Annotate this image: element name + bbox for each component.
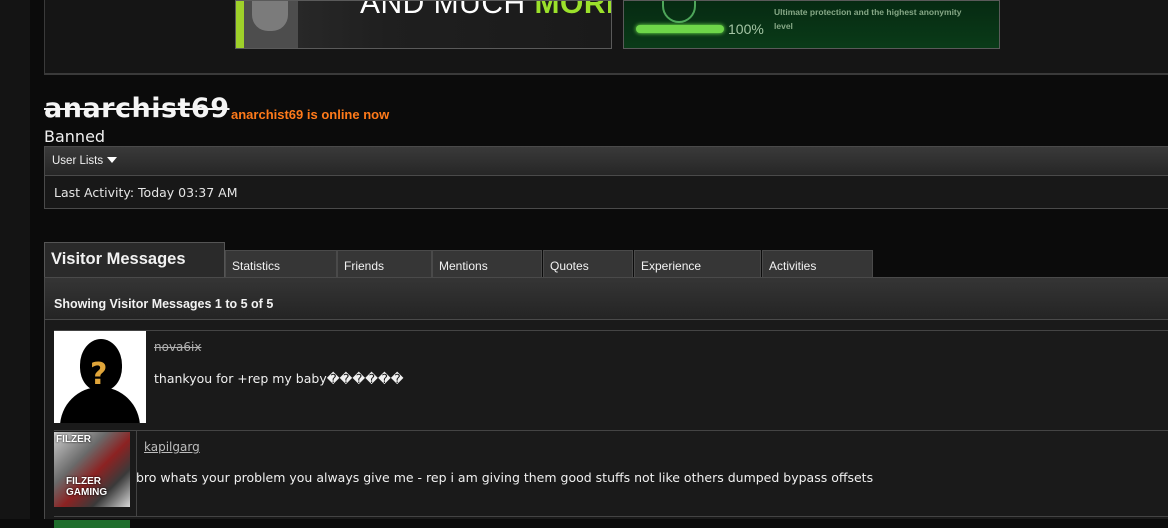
avatar[interactable]: FILZER FILZER GAMING bbox=[54, 432, 130, 507]
message-author[interactable]: nova6ix bbox=[154, 340, 201, 354]
profile-tabs: Visitor Messages Statistics Friends Ment… bbox=[44, 242, 1168, 278]
user-lists-label: User Lists bbox=[52, 155, 104, 167]
tab-experience[interactable]: Experience bbox=[634, 250, 761, 277]
avatar-text-bottom: FILZER GAMING bbox=[66, 476, 108, 498]
banner-area: AND MUCH MORE! 100% Ultimate protection … bbox=[44, 0, 1168, 75]
profile-username: anarchist69 bbox=[44, 93, 230, 124]
shield-icon bbox=[662, 1, 696, 23]
user-lists-dropdown[interactable]: User Lists bbox=[52, 155, 118, 167]
user-lists-bar: User Lists bbox=[45, 147, 1168, 176]
question-mark-icon: ? bbox=[90, 357, 108, 392]
ad-headline-main: AND MUCH bbox=[360, 0, 535, 20]
visitor-messages-panel: Showing Visitor Messages 1 to 5 of 5 ? n… bbox=[44, 277, 1168, 528]
visitor-message bbox=[54, 516, 1168, 528]
visitor-message: ? nova6ix thankyou for +rep my baby�����… bbox=[54, 330, 1168, 431]
online-status: anarchist69 is online now bbox=[231, 107, 390, 122]
advertisement-banner-right[interactable]: 100% Ultimate protection and the highest… bbox=[623, 0, 1000, 49]
advertisement-banner-left[interactable]: AND MUCH MORE! bbox=[235, 0, 612, 49]
ad-headline: AND MUCH MORE! bbox=[360, 0, 612, 21]
tab-quotes[interactable]: Quotes bbox=[543, 250, 633, 277]
ad-headline-accent: MORE! bbox=[534, 0, 612, 20]
last-activity: Last Activity: Today 03:37 AM bbox=[54, 185, 238, 200]
user-info-panel: User Lists Last Activity: Today 03:37 AM bbox=[44, 146, 1168, 209]
ad-tagline: Ultimate protection and the highest anon… bbox=[774, 7, 962, 31]
avatar[interactable] bbox=[54, 520, 130, 528]
tab-statistics[interactable]: Statistics bbox=[225, 250, 337, 277]
tab-friends[interactable]: Friends bbox=[337, 250, 432, 277]
avatar[interactable]: ? bbox=[54, 331, 146, 423]
user-title: Banned bbox=[44, 127, 106, 146]
chevron-down-icon bbox=[107, 157, 118, 163]
tab-activities[interactable]: Activities bbox=[762, 250, 873, 277]
visitor-messages-count: Showing Visitor Messages 1 to 5 of 5 bbox=[54, 297, 274, 311]
protection-progress-bar bbox=[636, 25, 724, 33]
message-author[interactable]: kapilgarg bbox=[144, 440, 200, 454]
avatar-body-silhouette bbox=[60, 387, 140, 423]
visitor-message: FILZER FILZER GAMING kapilgarg bro whats… bbox=[54, 430, 1168, 517]
tab-mentions[interactable]: Mentions bbox=[432, 250, 542, 277]
avatar-text-top: FILZER bbox=[56, 434, 91, 445]
message-text: thankyou for +rep my baby������ bbox=[154, 371, 404, 386]
tab-visitor-messages[interactable]: Visitor Messages bbox=[44, 242, 225, 278]
message-text: bro whats your problem you always give m… bbox=[136, 470, 874, 485]
left-rail bbox=[0, 0, 30, 519]
skull-soldier-image bbox=[236, 1, 298, 48]
protection-percent: 100% bbox=[728, 21, 764, 37]
visitor-messages-header: Showing Visitor Messages 1 to 5 of 5 bbox=[45, 277, 1168, 320]
